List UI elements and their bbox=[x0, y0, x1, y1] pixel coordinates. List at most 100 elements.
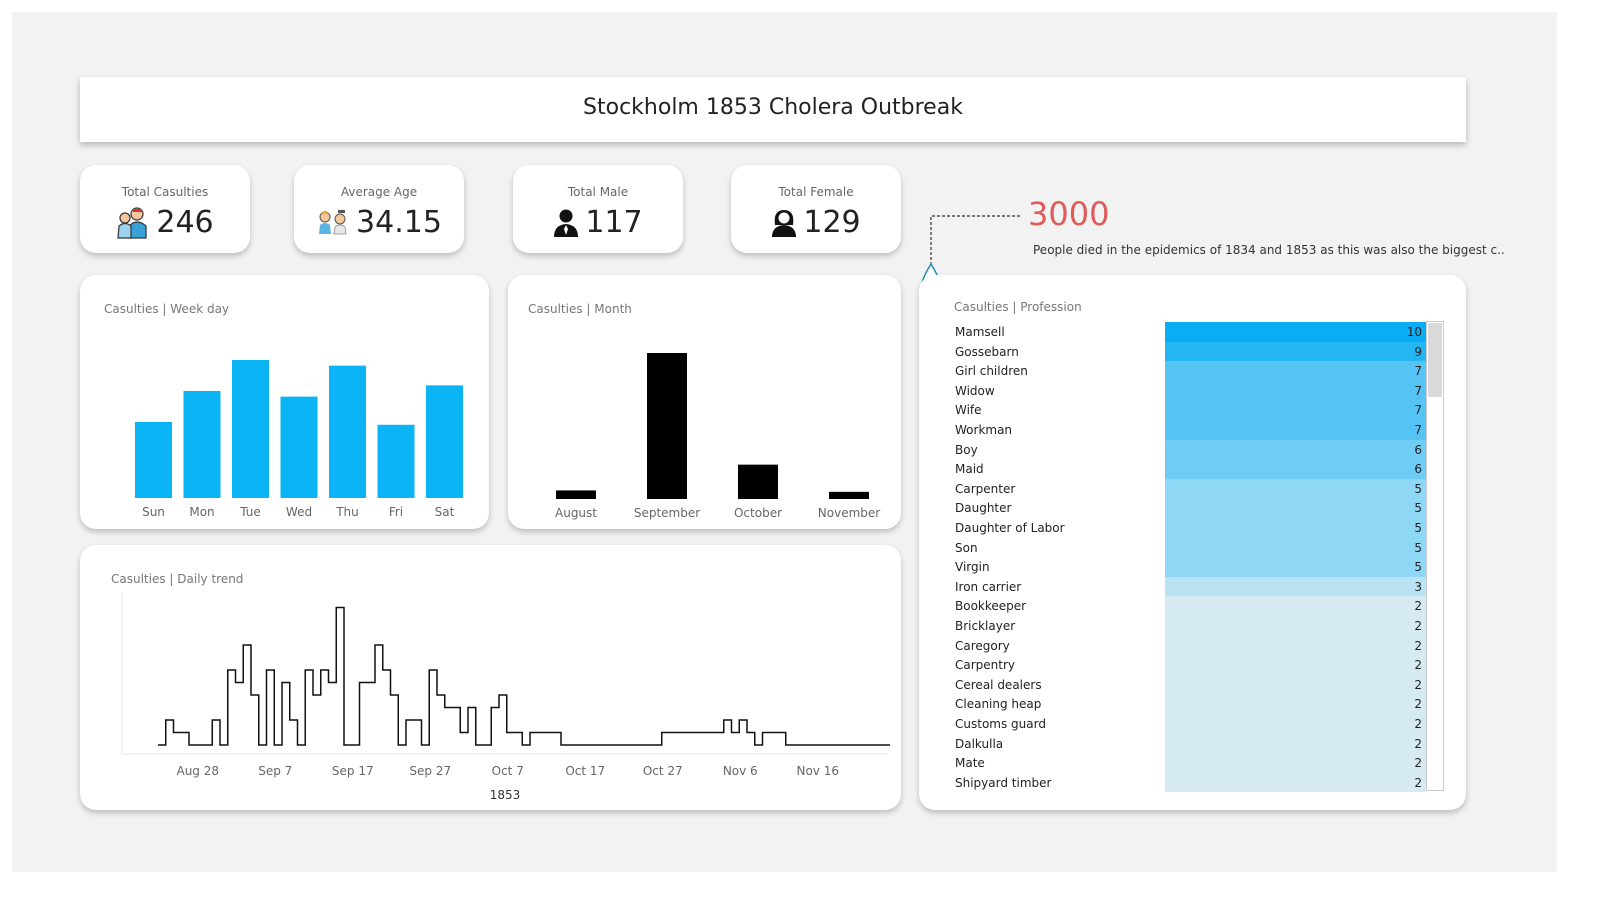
weekday-chart: Sun Mon Tue Wed Thu Fri Sat bbox=[135, 360, 463, 519]
profession-name: Caregory bbox=[955, 638, 1010, 653]
profession-name: Carpentry bbox=[955, 658, 1016, 673]
profession-value: 7 bbox=[1414, 403, 1422, 418]
kpi-value-total-male: 117 bbox=[585, 205, 643, 240]
table-scrollbar[interactable] bbox=[1426, 321, 1444, 791]
profession-value: 7 bbox=[1414, 383, 1422, 398]
profession-name: Virgin bbox=[955, 560, 990, 575]
profession-value-cell: 5 bbox=[1165, 537, 1426, 558]
table-row[interactable]: 2 Cereal dealers bbox=[949, 674, 1426, 695]
weekday-bar-tue[interactable] bbox=[232, 360, 269, 498]
trend-tick-label: Sep 17 bbox=[332, 764, 374, 778]
kpi-label-total-male: Total Male bbox=[567, 185, 629, 199]
profession-value-cell: 2 bbox=[1165, 733, 1426, 754]
trend-tick-label: Nov 16 bbox=[796, 764, 839, 778]
profession-value: 2 bbox=[1414, 717, 1422, 731]
kpi-value-average-age: 34.15 bbox=[356, 205, 442, 240]
profession-value-cell: 5 bbox=[1165, 518, 1426, 538]
profession-value: 2 bbox=[1414, 619, 1422, 633]
month-bar-november[interactable] bbox=[829, 491, 869, 499]
month-chart-title: Casulties | Month bbox=[528, 302, 632, 316]
weekday-bar-fri[interactable] bbox=[377, 424, 415, 498]
weekday-bar-thu[interactable] bbox=[329, 365, 366, 498]
month-tick-label: September bbox=[634, 506, 700, 520]
weekday-tick-label: Mon bbox=[189, 505, 214, 519]
table-row[interactable]: 5 Virgin bbox=[949, 557, 1426, 577]
table-row[interactable]: 2 Shipyard timber bbox=[949, 772, 1426, 793]
profession-value-cell: 2 bbox=[1165, 674, 1426, 695]
female-user-icon bbox=[772, 209, 797, 237]
profession-value-cell: 7 bbox=[1165, 420, 1426, 440]
table-row[interactable]: 9 Gossebarn bbox=[949, 341, 1426, 362]
profession-value-cell: 2 bbox=[1165, 596, 1426, 616]
table-row[interactable]: 6 Boy bbox=[949, 439, 1426, 460]
table-scrollbar-thumb[interactable] bbox=[1428, 323, 1442, 397]
weekday-bar-sun[interactable] bbox=[135, 421, 172, 498]
profession-value: 2 bbox=[1414, 775, 1422, 790]
table-row[interactable]: 2 Bookkeeper bbox=[949, 596, 1426, 616]
table-row[interactable]: 5 Daughter of Labor bbox=[949, 518, 1426, 538]
profession-value: 2 bbox=[1414, 697, 1422, 712]
month-tick-label: October bbox=[734, 506, 782, 520]
profession-name: Bricklayer bbox=[955, 619, 1016, 633]
table-row[interactable]: 7 Widow bbox=[949, 380, 1426, 401]
weekday-tick-label: Sun bbox=[142, 505, 165, 519]
annotation-text: People died in the epidemics of 1834 and… bbox=[1033, 243, 1505, 257]
month-bar-october[interactable] bbox=[738, 464, 778, 499]
kpi-label-total-female: Total Female bbox=[778, 185, 854, 199]
profession-name: Workman bbox=[955, 423, 1013, 437]
table-row[interactable]: 2 Bricklayer bbox=[949, 616, 1426, 636]
table-row[interactable]: 2 Customs guard bbox=[949, 714, 1426, 734]
table-row[interactable]: 6 Maid bbox=[949, 459, 1426, 479]
table-row[interactable]: 2 Carpentry bbox=[949, 655, 1426, 675]
daily-trend-chart: Aug 28 Sep 7 Sep 17 Sep 27 Oct 7 Oct 17 Oct 27… bbox=[121, 592, 890, 800]
profession-value: 9 bbox=[1414, 344, 1422, 359]
profession-value-cell: 2 bbox=[1165, 694, 1426, 714]
profession-value-cell: 2 bbox=[1165, 753, 1426, 773]
profession-value-cell: 6 bbox=[1165, 439, 1426, 460]
profession-value: 6 bbox=[1414, 462, 1422, 477]
trend-tick-label: Aug 28 bbox=[176, 764, 219, 778]
profession-name: Son bbox=[955, 540, 978, 555]
profession-value: 5 bbox=[1414, 540, 1422, 555]
table-row[interactable]: 2 Caregory bbox=[949, 635, 1426, 656]
table-row[interactable]: 3 Iron carrier bbox=[949, 576, 1426, 597]
kpi-label-total-casualties: Total Casulties bbox=[121, 185, 209, 199]
table-row[interactable]: 2 Cleaning heap bbox=[949, 694, 1426, 714]
kpi-card-total-male: Total Male 117 bbox=[513, 165, 683, 253]
profession-name: Shipyard timber bbox=[955, 775, 1052, 790]
table-row[interactable]: 5 Son bbox=[949, 537, 1426, 558]
profession-value-cell: 3 bbox=[1165, 576, 1426, 597]
annotation-number: 3000 bbox=[1028, 195, 1110, 233]
table-row[interactable]: 2 Dalkulla bbox=[949, 733, 1426, 754]
table-row[interactable]: 5 Carpenter bbox=[949, 478, 1426, 499]
table-row[interactable]: 7 Wife bbox=[949, 400, 1426, 420]
table-row[interactable]: 7 Girl children bbox=[949, 361, 1426, 381]
trend-x-axis-label: 1853 bbox=[490, 788, 521, 800]
weekday-bar-wed[interactable] bbox=[280, 396, 318, 498]
weekday-bar-mon[interactable] bbox=[183, 390, 221, 498]
table-row[interactable]: 10 Mamsell bbox=[949, 322, 1426, 342]
month-bar-september[interactable] bbox=[647, 353, 687, 499]
kpi-label-average-age: Average Age bbox=[340, 185, 418, 199]
profession-value: 2 bbox=[1414, 658, 1422, 673]
profession-value: 5 bbox=[1414, 521, 1422, 535]
profession-value: 5 bbox=[1414, 481, 1422, 496]
family-ages-icon bbox=[319, 209, 347, 234]
table-row[interactable]: 5 Daughter bbox=[949, 498, 1426, 518]
profession-name: Mate bbox=[955, 756, 985, 771]
trend-tick-label: Oct 7 bbox=[492, 764, 524, 778]
table-row[interactable]: 2 Mate bbox=[949, 753, 1426, 773]
profession-value: 2 bbox=[1414, 599, 1422, 614]
trend-series-line[interactable] bbox=[158, 606, 890, 746]
trend-tick-label: Oct 17 bbox=[565, 764, 605, 778]
medical-staff-icon bbox=[117, 206, 147, 239]
trend-tick-label: Sep 7 bbox=[258, 764, 292, 778]
profession-table: 10 Mamsell 9 Gossebarn 7 Girl children 7 Widow 7… bbox=[949, 322, 1446, 793]
profession-value-cell: 2 bbox=[1165, 635, 1426, 656]
table-row[interactable]: 7 Workman bbox=[949, 420, 1426, 440]
weekday-bar-sat[interactable] bbox=[426, 385, 463, 498]
profession-name: Cereal dealers bbox=[955, 677, 1042, 692]
month-bar-august[interactable] bbox=[556, 490, 596, 499]
profession-value: 5 bbox=[1414, 560, 1422, 575]
profession-value: 2 bbox=[1414, 677, 1422, 692]
